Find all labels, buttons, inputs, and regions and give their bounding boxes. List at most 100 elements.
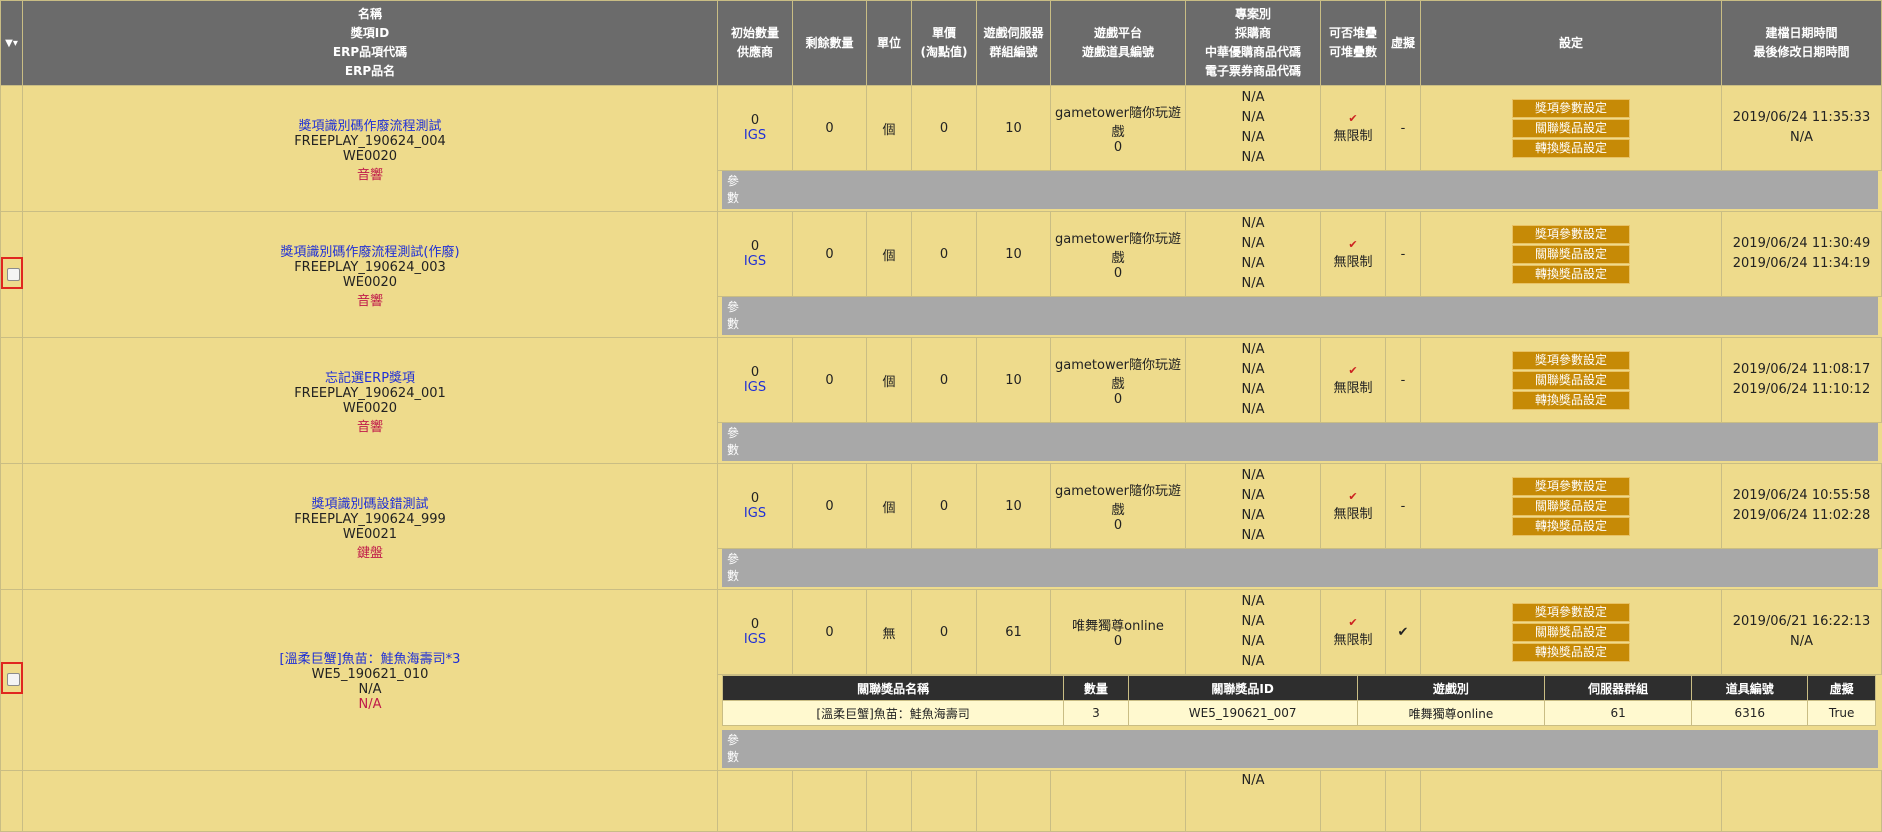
- virtual-flag: -: [1401, 121, 1406, 136]
- row-select-cell: [1, 590, 23, 771]
- award-id: FREEPLAY_190624_004: [23, 134, 717, 149]
- award-id: FREEPLAY_190624_003: [23, 260, 717, 275]
- table-row: [溫柔巨蟹]魚苗：鮭魚海壽司*3 WE5_190621_010 N/A N/A …: [1, 590, 1882, 675]
- row-select-cell: [1, 338, 23, 464]
- award-params-button[interactable]: 獎項參數設定: [1512, 351, 1630, 370]
- prize-name-link[interactable]: 獎項識別碼作廢流程測試(作廢): [23, 241, 717, 260]
- convert-prizes-button[interactable]: 轉換獎品設定: [1512, 517, 1630, 536]
- params-bar: 參 數: [722, 423, 1878, 461]
- col-header-initial-qty[interactable]: 初始數量 供應商: [718, 1, 793, 86]
- partial-cell: [793, 771, 867, 832]
- prize-name-link[interactable]: 獎項識別碼設錯測試: [23, 493, 717, 512]
- platform: 唯舞獨尊online: [1051, 615, 1185, 634]
- col-header-server-group[interactable]: 遊戲伺服器 群組編號: [977, 1, 1051, 86]
- supplier-link[interactable]: IGS: [718, 380, 792, 395]
- params-bar: 參 數: [722, 730, 1878, 768]
- purchaser-value: N/A: [1186, 486, 1320, 506]
- erp-code: WE0020: [23, 401, 717, 416]
- name-cell: 獎項識別碼設錯測試 FREEPLAY_190624_999 WE0021 鍵盤: [23, 464, 718, 590]
- col-header-price[interactable]: 單價 (淘點值): [912, 1, 977, 86]
- erp-code: WE0020: [23, 275, 717, 290]
- stackable-cell: ✔ 無限制: [1321, 338, 1386, 423]
- related-prizes-table: 關聯獎品名稱數量關聯獎品ID遊戲別伺服器群組道具編號虛擬[溫柔巨蟹]魚苗：鮭魚海…: [722, 675, 1876, 726]
- related-prizes-button[interactable]: 關聯獎品設定: [1512, 497, 1630, 516]
- initial-qty: 0: [718, 113, 792, 128]
- related-prizes-button[interactable]: 關聯獎品設定: [1512, 371, 1630, 390]
- partial-cell: N/A: [1186, 771, 1321, 832]
- convert-prizes-button[interactable]: 轉換獎品設定: [1512, 643, 1630, 662]
- related-cell: 6316: [1692, 701, 1808, 726]
- row-select-checkbox[interactable]: [1, 662, 23, 694]
- settings-cell: 獎項參數設定 關聯獎品設定 轉換獎品設定: [1421, 590, 1722, 675]
- convert-prizes-button[interactable]: 轉換獎品設定: [1512, 265, 1630, 284]
- virtual-flag: -: [1401, 499, 1406, 514]
- name-cell: [溫柔巨蟹]魚苗：鮭魚海壽司*3 WE5_190621_010 N/A N/A: [23, 590, 718, 771]
- col-header-platform[interactable]: 遊戲平台 遊戲道具編號: [1051, 1, 1186, 86]
- virtual-cell: ✔: [1386, 590, 1421, 675]
- created-datetime: 2019/06/21 16:22:13: [1722, 612, 1881, 632]
- convert-prizes-button[interactable]: 轉換獎品設定: [1512, 139, 1630, 158]
- col-header-settings[interactable]: 設定: [1421, 1, 1722, 86]
- related-prizes-button[interactable]: 關聯獎品設定: [1512, 623, 1630, 642]
- related-prizes-button[interactable]: 關聯獎品設定: [1512, 245, 1630, 264]
- stackable-cell: ✔ 無限制: [1321, 464, 1386, 549]
- params-bar: 參 數: [722, 549, 1878, 587]
- platform: gametower隨你玩遊戲: [1051, 102, 1185, 140]
- col-header-remaining-qty[interactable]: 剩餘數量: [793, 1, 867, 86]
- checkbox-square[interactable]: [7, 673, 20, 686]
- prize-name-link[interactable]: 忘記選ERP獎項: [23, 367, 717, 386]
- related-cell: [溫柔巨蟹]魚苗：鮭魚海壽司: [723, 701, 1064, 726]
- header-line: 採購商: [1186, 24, 1320, 43]
- convert-prizes-button[interactable]: 轉換獎品設定: [1512, 391, 1630, 410]
- partial-cell: [912, 771, 977, 832]
- col-header-unit[interactable]: 單位: [867, 1, 912, 86]
- supplier-link[interactable]: IGS: [718, 506, 792, 521]
- table-row: 獎項識別碼作廢流程測試 FREEPLAY_190624_004 WE0020 音…: [1, 86, 1882, 171]
- col-header-project[interactable]: 專案別 採購商 中華優購商品代碼 電子票券商品代碼: [1186, 1, 1321, 86]
- prize-name-link[interactable]: 獎項識別碼作廢流程測試: [23, 115, 717, 134]
- col-header-virtual[interactable]: 虛擬: [1386, 1, 1421, 86]
- supplier-link[interactable]: IGS: [718, 632, 792, 647]
- table-header-row: ▼▾ 名稱 獎項ID ERP品項代碼 ERP品名 初始數量 供應商 剩餘數量 單…: [1, 1, 1882, 86]
- stackable-cell: ✔ 無限制: [1321, 86, 1386, 171]
- related-cell: WE5_190621_007: [1128, 701, 1357, 726]
- price: 0: [912, 338, 977, 423]
- award-params-button[interactable]: 獎項參數設定: [1512, 99, 1630, 118]
- modified-datetime: N/A: [1722, 632, 1881, 652]
- platform-cell: gametower隨你玩遊戲 0: [1051, 212, 1186, 297]
- initial-qty: 0: [718, 617, 792, 632]
- supplier-link[interactable]: IGS: [718, 254, 792, 269]
- params-cell: 參 數: [718, 297, 1882, 338]
- unit: 個: [867, 338, 912, 423]
- row-select-cell: [1, 464, 23, 590]
- related-col-header: 數量: [1064, 676, 1129, 701]
- col-header-name[interactable]: 名稱 獎項ID ERP品項代碼 ERP品名: [23, 1, 718, 86]
- table-row: 獎項識別碼作廢流程測試(作廢) FREEPLAY_190624_003 WE00…: [1, 212, 1882, 297]
- award-params-button[interactable]: 獎項參數設定: [1512, 477, 1630, 496]
- initial-qty-cell: 0 IGS: [718, 338, 793, 423]
- project-value: N/A: [1186, 214, 1320, 234]
- award-params-button[interactable]: 獎項參數設定: [1512, 225, 1630, 244]
- col-header-datetime[interactable]: 建檔日期時間 最後修改日期時間: [1722, 1, 1882, 86]
- modified-datetime: N/A: [1722, 128, 1881, 148]
- checkbox-square[interactable]: [7, 268, 20, 281]
- sort-arrow-icon[interactable]: ▼▾: [5, 38, 18, 49]
- params-label: 數: [727, 749, 1873, 766]
- supplier-link[interactable]: IGS: [718, 128, 792, 143]
- project-value: N/A: [1186, 466, 1320, 486]
- item-no: 0: [1051, 392, 1185, 407]
- related-cell: 61: [1545, 701, 1692, 726]
- prize-name-link[interactable]: [溫柔巨蟹]魚苗：鮭魚海壽司*3: [23, 648, 717, 667]
- header-line: 專案別: [1186, 5, 1320, 24]
- sort-toggle[interactable]: ▼▾: [1, 1, 23, 86]
- server-group: 10: [977, 338, 1051, 423]
- params-label: 數: [727, 442, 1873, 459]
- col-header-stackable[interactable]: 可否堆疊 可堆疊數: [1321, 1, 1386, 86]
- award-params-button[interactable]: 獎項參數設定: [1512, 603, 1630, 622]
- remaining-qty: 0: [793, 590, 867, 675]
- datetime-cell: 2019/06/21 16:22:13 N/A: [1722, 590, 1882, 675]
- related-prizes-button[interactable]: 關聯獎品設定: [1512, 119, 1630, 138]
- unit: 個: [867, 464, 912, 549]
- server-group: 10: [977, 464, 1051, 549]
- row-select-checkbox[interactable]: [1, 257, 23, 289]
